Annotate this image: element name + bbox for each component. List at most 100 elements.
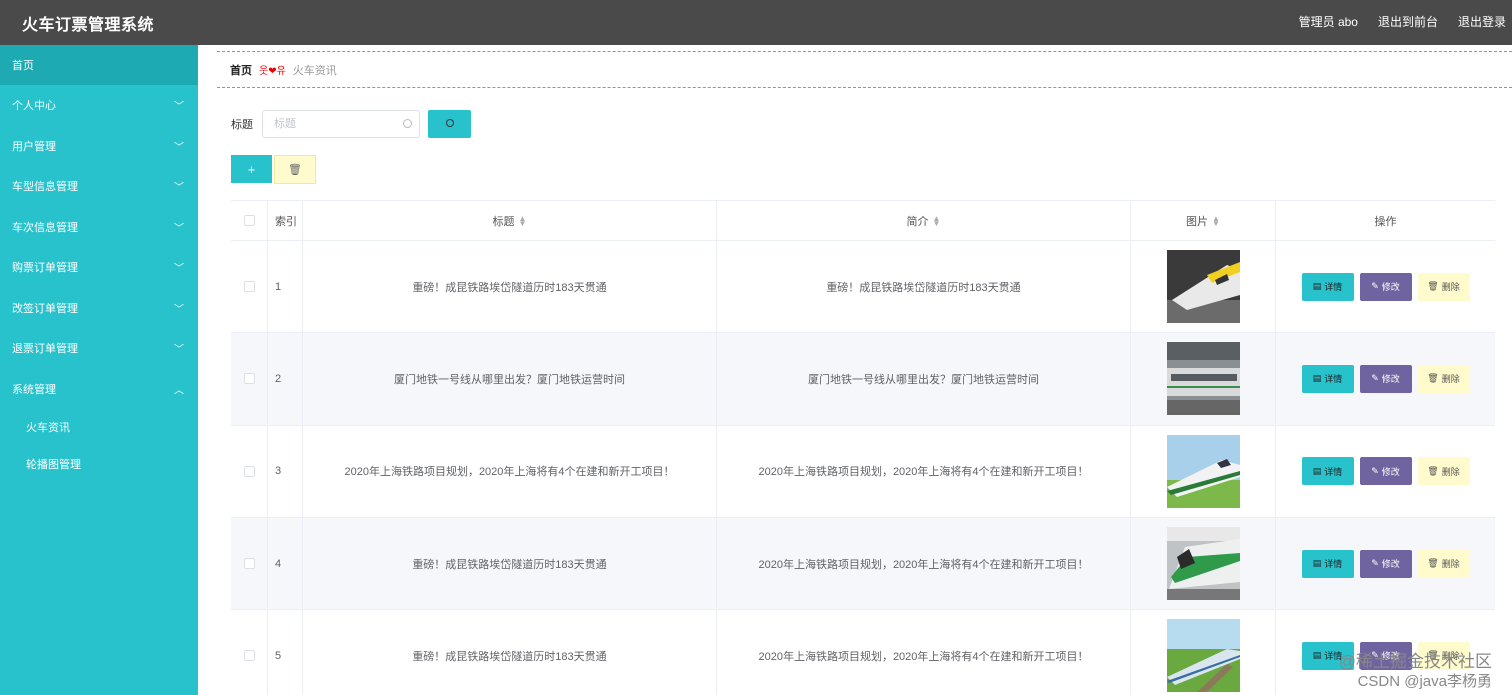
chevron-up-icon: ︿ xyxy=(174,385,184,397)
sidebar-item-label: 车次信息管理 xyxy=(12,221,78,234)
sidebar: 首页 个人中心 ﹀ 用户管理 ﹀ 车型信息管理 ﹀ 车次信息管理 ﹀ 购票订单管… xyxy=(0,45,198,695)
header-checkbox-cell xyxy=(231,201,268,240)
sidebar-item-label: 车型信息管理 xyxy=(12,181,78,194)
edit-button[interactable]: ✎ 修改 xyxy=(1359,457,1412,486)
train-thumbnail[interactable] xyxy=(1166,434,1240,508)
search-input[interactable] xyxy=(263,111,419,137)
row-intro: 2020年上海铁路项目规划，2020年上海将有4个在建和新开工项目！ xyxy=(717,517,1131,610)
row-index: 4 xyxy=(268,517,303,610)
chevron-down-icon: ﹀ xyxy=(174,344,184,356)
sidebar-subitem-train-news[interactable]: 火车资讯 xyxy=(0,409,198,446)
breadcrumb-current: 火车资讯 xyxy=(292,64,337,77)
main-content: 首页 웃❤유 火车资讯 标题 + 🗑 索引 标题▲▼ 简介▲▼ 图片▲▼ 操作 xyxy=(198,45,1512,695)
delete-label: 删除 xyxy=(1441,374,1460,385)
document-icon: ▤ xyxy=(1312,281,1322,292)
sidebar-subitem-label: 火车资讯 xyxy=(26,422,70,435)
sidebar-item-label: 用户管理 xyxy=(12,140,56,153)
sidebar-item-ticket-order-management[interactable]: 购票订单管理 ﹀ xyxy=(0,247,198,288)
edit-button[interactable]: ✎ 修改 xyxy=(1359,272,1412,301)
train-thumbnail[interactable] xyxy=(1166,527,1240,601)
sort-icon[interactable]: ▲ ▼ xyxy=(1212,214,1220,227)
chevron-down-icon: ﹀ xyxy=(174,182,184,194)
delete-button[interactable]: 🗑 删除 xyxy=(1417,457,1470,486)
row-checkbox[interactable] xyxy=(243,281,255,293)
sidebar-item-personal-center[interactable]: 个人中心 ﹀ xyxy=(0,85,198,126)
search-row: 标题 xyxy=(231,110,471,138)
header-picture-label: 图片 xyxy=(1186,215,1209,228)
exit-to-front-link[interactable]: 退出到前台 xyxy=(1378,13,1438,30)
detail-button[interactable]: ▤ 详情 xyxy=(1301,364,1354,393)
header-title[interactable]: 标题 ▲ ▼ xyxy=(303,201,717,240)
row-operations: ▤ 详情 ✎ 修改 🗑 删除 xyxy=(1276,333,1495,424)
batch-delete-button[interactable]: 🗑 xyxy=(274,155,316,184)
document-icon: ▤ xyxy=(1312,650,1322,661)
logout-link[interactable]: 退出登录 xyxy=(1458,13,1506,30)
sidebar-item-home[interactable]: 首页 xyxy=(0,45,198,85)
breadcrumb-home[interactable]: 首页 xyxy=(230,62,252,78)
sidebar-item-system-management[interactable]: 系统管理 ︿ xyxy=(0,369,198,410)
row-title: 重磅！成昆铁路埃岱隧道历时183天贯通 xyxy=(303,241,717,333)
document-icon: ▤ xyxy=(1312,558,1322,569)
header-operation: 操作 xyxy=(1374,215,1397,228)
sidebar-item-train-schedule-management[interactable]: 车次信息管理 ﹀ xyxy=(0,207,198,248)
chevron-down-icon: ﹀ xyxy=(174,142,184,154)
table-row: 2 厦门地铁一号线从哪里出发？厦门地铁运营时间 厦门地铁一号线从哪里出发？厦门地… xyxy=(231,333,1495,426)
header-intro[interactable]: 简介 ▲ ▼ xyxy=(717,201,1131,240)
sidebar-subitem-carousel-management[interactable]: 轮播图管理 xyxy=(0,446,198,483)
delete-button[interactable]: 🗑 删除 xyxy=(1417,549,1470,578)
edit-label: 修改 xyxy=(1381,282,1400,293)
delete-label: 删除 xyxy=(1441,282,1460,293)
chevron-down-icon: ﹀ xyxy=(174,263,184,275)
detail-button[interactable]: ▤ 详情 xyxy=(1301,457,1354,486)
row-checkbox[interactable] xyxy=(243,465,255,477)
add-button[interactable]: + xyxy=(231,155,272,183)
row-picture-cell xyxy=(1131,241,1276,333)
sidebar-item-train-type-management[interactable]: 车型信息管理 ﹀ xyxy=(0,166,198,207)
chevron-down-icon: ﹀ xyxy=(174,101,184,113)
row-intro: 重磅！成昆铁路埃岱隧道历时183天贯通 xyxy=(717,241,1131,333)
sidebar-subitem-label: 轮播图管理 xyxy=(26,458,81,471)
row-checkbox[interactable] xyxy=(243,558,255,570)
select-all-checkbox[interactable] xyxy=(243,215,255,226)
row-index: 2 xyxy=(268,333,303,425)
train-thumbnail[interactable] xyxy=(1166,250,1240,324)
row-checkbox[interactable] xyxy=(243,373,255,385)
edit-label: 修改 xyxy=(1381,559,1400,570)
train-thumbnail[interactable] xyxy=(1166,619,1240,693)
watermark: @稀土掘金技术社区 CSDN @java李杨勇 xyxy=(1339,652,1492,692)
pencil-icon: ✎ xyxy=(1371,465,1379,476)
sort-icon[interactable]: ▲ ▼ xyxy=(519,214,527,227)
sidebar-item-user-management[interactable]: 用户管理 ﹀ xyxy=(0,126,198,167)
delete-label: 删除 xyxy=(1441,559,1460,570)
row-intro: 2020年上海铁路项目规划，2020年上海将有4个在建和新开工项目！ xyxy=(717,610,1131,695)
row-title: 重磅！成昆铁路埃岱隧道历时183天贯通 xyxy=(303,517,717,610)
edit-button[interactable]: ✎ 修改 xyxy=(1359,364,1412,393)
trash-icon: 🗑 xyxy=(288,164,302,176)
detail-button[interactable]: ▤ 详情 xyxy=(1301,272,1354,301)
admin-user-label[interactable]: 管理员 abo xyxy=(1299,13,1358,30)
header-picture[interactable]: 图片 ▲ ▼ xyxy=(1131,201,1276,240)
row-operations: ▤ 详情 ✎ 修改 🗑 删除 xyxy=(1276,241,1495,332)
table-row: 4 重磅！成昆铁路埃岱隧道历时183天贯通 2020年上海铁路项目规划，2020… xyxy=(231,517,1495,611)
sidebar-item-label: 系统管理 xyxy=(12,383,56,396)
search-button[interactable] xyxy=(428,110,471,138)
sidebar-item-refund-order-management[interactable]: 退票订单管理 ﹀ xyxy=(0,328,198,369)
train-thumbnail[interactable] xyxy=(1166,342,1240,416)
row-picture-cell xyxy=(1131,517,1276,610)
sort-icon[interactable]: ▲ ▼ xyxy=(933,214,941,227)
row-checkbox[interactable] xyxy=(243,650,255,662)
detail-label: 详情 xyxy=(1324,559,1343,570)
edit-button[interactable]: ✎ 修改 xyxy=(1359,549,1412,578)
row-checkbox-cell xyxy=(231,425,268,517)
sidebar-item-label: 个人中心 xyxy=(12,100,56,113)
table-row: 5 重磅！成昆铁路埃岱隧道历时183天贯通 2020年上海铁路项目规划，2020… xyxy=(231,610,1495,695)
detail-button[interactable]: ▤ 详情 xyxy=(1301,549,1354,578)
topbar-actions: 管理员 abo 退出到前台 退出登录 xyxy=(1299,13,1506,30)
delete-button[interactable]: 🗑 删除 xyxy=(1417,364,1470,393)
row-checkbox-cell xyxy=(231,610,268,695)
sidebar-item-rebooking-order-management[interactable]: 改签订单管理 ﹀ xyxy=(0,288,198,329)
delete-button[interactable]: 🗑 删除 xyxy=(1417,272,1470,301)
row-intro: 2020年上海铁路项目规划，2020年上海将有4个在建和新开工项目！ xyxy=(717,425,1131,517)
search-icon xyxy=(403,119,412,128)
row-title: 重磅！成昆铁路埃岱隧道历时183天贯通 xyxy=(303,610,717,695)
